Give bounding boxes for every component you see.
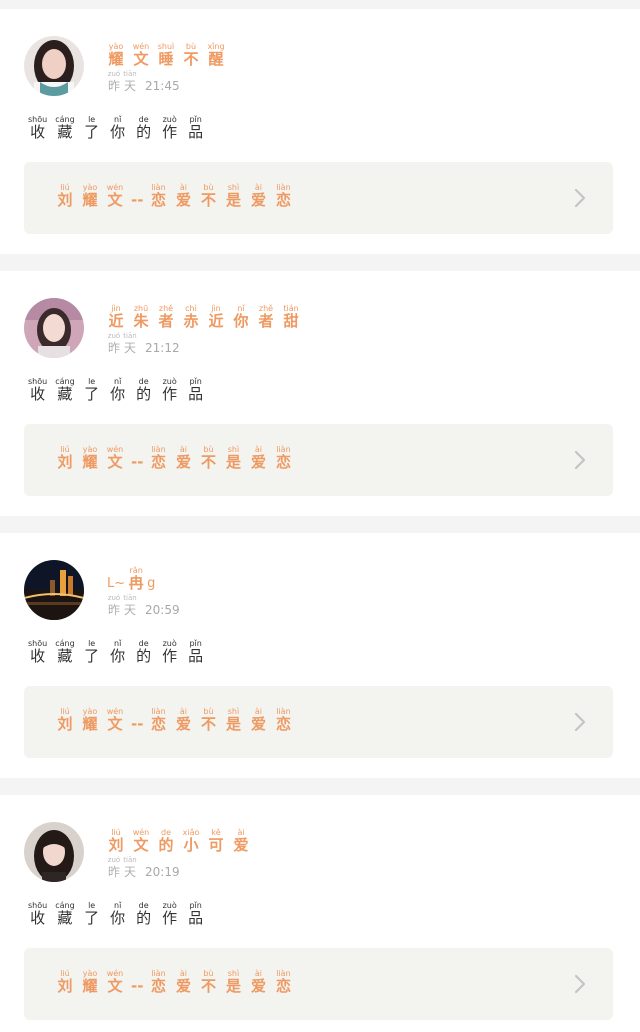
chevron-right-icon xyxy=(574,188,586,208)
work-title: liú 刘 yào 耀 wén 文 -- liàn 恋 ài 爱 bù 不 shì 是 ài 爱… xyxy=(57,445,291,471)
action-text: shōu 收 cáng 藏 le 了 nǐ 你 de 的 zuò 作 pǐn 品 xyxy=(28,901,204,927)
chevron-right-icon xyxy=(574,974,586,994)
timestamp: zuó 昨 tiān 天 20:59 xyxy=(107,594,180,617)
avatar[interactable] xyxy=(24,298,84,358)
username[interactable]: liú 刘 wén 文 de 的 xiǎo 小 kě 可 ài 爱 xyxy=(107,828,257,854)
divider xyxy=(0,778,640,795)
work-link-card[interactable]: liú 刘 yào 耀 wén 文 -- liàn 恋 ài 爱 bù 不 shì 是 ài 爱… xyxy=(24,424,613,496)
action-text: shōu 收 cáng 藏 le 了 nǐ 你 de 的 zuò 作 pǐn 品 xyxy=(28,639,204,665)
top-spacer xyxy=(0,0,640,9)
time-value: 20:59 xyxy=(145,603,180,617)
action-text: shōu 收 cáng 藏 le 了 nǐ 你 de 的 zuò 作 pǐn 品 xyxy=(28,377,204,403)
favorite-notification: yào 耀 wén 文 shuì 睡 bù 不 xǐng 醒 zuó 昨 tiān 天 21:… xyxy=(0,9,640,254)
divider xyxy=(0,254,640,271)
timestamp: zuó 昨 tiān 天 21:45 xyxy=(107,70,180,93)
chevron-right-icon xyxy=(574,450,586,470)
time-value: 21:45 xyxy=(145,79,180,93)
work-link-card[interactable]: liú 刘 yào 耀 wén 文 -- liàn 恋 ài 爱 bù 不 shì 是 ài 爱… xyxy=(24,162,613,234)
work-title: liú 刘 yào 耀 wén 文 -- liàn 恋 ài 爱 bù 不 shì 是 ài 爱… xyxy=(57,969,291,995)
avatar[interactable] xyxy=(24,822,84,882)
work-title: liú 刘 yào 耀 wén 文 -- liàn 恋 ài 爱 bù 不 shì 是 ài 爱… xyxy=(57,183,291,209)
chevron-right-icon xyxy=(574,712,586,732)
username[interactable]: L~ rǎn 冉 g xyxy=(107,566,180,592)
avatar[interactable] xyxy=(24,560,84,620)
timestamp: zuó 昨 tiān 天 21:12 xyxy=(107,332,180,355)
favorite-notification: jìn 近 zhū 朱 zhě 者 chì 赤 jìn 近 nǐ 你 zhě 者 tián 甜 … xyxy=(0,271,640,516)
username[interactable]: jìn 近 zhū 朱 zhě 者 chì 赤 jìn 近 nǐ 你 zhě 者 tián 甜 xyxy=(107,304,307,330)
divider xyxy=(0,516,640,533)
work-title: liú 刘 yào 耀 wén 文 -- liàn 恋 ài 爱 bù 不 shì 是 ài 爱… xyxy=(57,707,291,733)
time-value: 21:12 xyxy=(145,341,180,355)
time-value: 20:19 xyxy=(145,865,180,879)
favorite-notification: liú 刘 wén 文 de 的 xiǎo 小 kě 可 ài 爱 zuó 昨 tiān 天 2… xyxy=(0,795,640,1032)
favorite-notification: L~ rǎn 冉 g zuó 昨 tiān 天 20:59 shōu 收 cáng 藏 l… xyxy=(0,533,640,778)
work-link-card[interactable]: liú 刘 yào 耀 wén 文 -- liàn 恋 ài 爱 bù 不 shì 是 ài 爱… xyxy=(24,686,613,758)
timestamp: zuó 昨 tiān 天 20:19 xyxy=(107,856,180,879)
avatar[interactable] xyxy=(24,36,84,96)
action-text: shōu 收 cáng 藏 le 了 nǐ 你 de 的 zuò 作 pǐn 品 xyxy=(28,115,204,141)
username[interactable]: yào 耀 wén 文 shuì 睡 bù 不 xǐng 醒 xyxy=(107,42,232,68)
work-link-card[interactable]: liú 刘 yào 耀 wén 文 -- liàn 恋 ài 爱 bù 不 shì 是 ài 爱… xyxy=(24,948,613,1020)
